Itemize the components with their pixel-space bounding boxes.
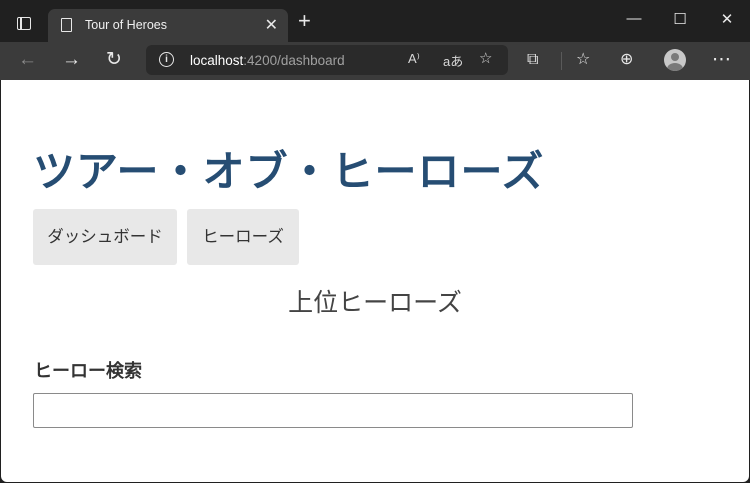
translate-icon[interactable]: aあ bbox=[443, 51, 463, 70]
browser-tab[interactable]: Tour of Heroes ✕ bbox=[48, 9, 288, 42]
toolbar-divider bbox=[561, 52, 562, 70]
browser-titlebar: Tour of Heroes ✕ + — ☐ ✕ bbox=[0, 0, 750, 42]
hero-search-input[interactable] bbox=[33, 393, 633, 428]
add-favorite-icon[interactable]: ☆ bbox=[479, 49, 492, 67]
minimize-icon[interactable]: — bbox=[610, 10, 658, 27]
address-bar[interactable]: i localhost:4200/dashboard A⁾ aあ ☆ bbox=[146, 45, 508, 75]
close-tab-icon[interactable]: ✕ bbox=[265, 15, 278, 35]
profile-avatar[interactable] bbox=[664, 49, 686, 71]
nav-dashboard-link[interactable]: ダッシュボード bbox=[33, 209, 177, 265]
site-info-icon[interactable]: i bbox=[159, 52, 174, 67]
tab-title: Tour of Heroes bbox=[85, 18, 167, 32]
new-tab-icon[interactable]: + bbox=[298, 10, 311, 32]
collections-icon[interactable]: ⊕ bbox=[620, 50, 633, 70]
favorites-icon[interactable]: ☆ bbox=[576, 50, 590, 70]
page-icon bbox=[61, 18, 72, 32]
url-text[interactable]: localhost:4200/dashboard bbox=[190, 53, 345, 68]
maximize-icon[interactable]: ☐ bbox=[656, 10, 704, 28]
url-path: :4200/dashboard bbox=[243, 53, 345, 68]
url-host: localhost bbox=[190, 53, 244, 68]
close-window-icon[interactable]: ✕ bbox=[703, 10, 750, 28]
forward-icon[interactable]: → bbox=[62, 50, 81, 70]
browser-toolbar: ← → ↻ i localhost:4200/dashboard A⁾ aあ ☆… bbox=[0, 42, 750, 80]
read-aloud-icon[interactable]: A⁾ bbox=[408, 51, 420, 67]
hero-search-label: ヒーロー検索 bbox=[34, 361, 142, 381]
back-icon[interactable]: ← bbox=[18, 50, 37, 70]
page-content: ツアー・オブ・ヒーローズ ダッシュボード ヒーローズ 上位ヒーローズ ヒーロー検… bbox=[1, 80, 749, 482]
more-options-icon[interactable]: ⋯ bbox=[712, 50, 731, 70]
tab-actions-icon[interactable] bbox=[17, 17, 31, 30]
extensions-icon[interactable]: ⧉ bbox=[527, 50, 538, 70]
nav-heroes-link[interactable]: ヒーローズ bbox=[187, 209, 299, 265]
refresh-icon[interactable]: ↻ bbox=[106, 50, 122, 70]
dashboard-heading: 上位ヒーローズ bbox=[288, 289, 462, 317]
app-title: ツアー・オブ・ヒーローズ bbox=[33, 148, 545, 195]
